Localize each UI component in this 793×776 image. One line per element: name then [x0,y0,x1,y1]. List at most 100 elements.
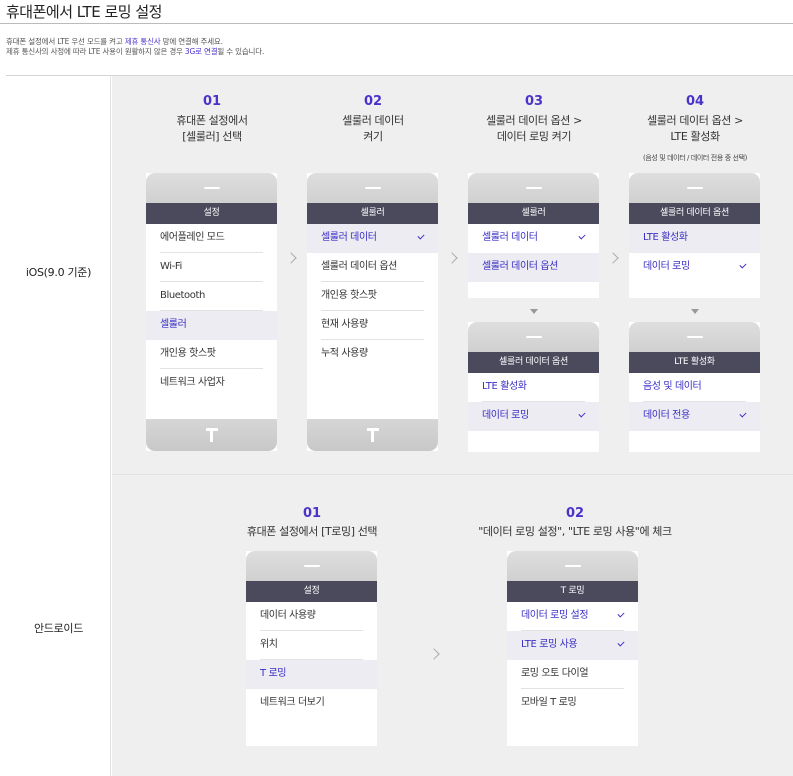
enable-lte-item-voice-and-data[interactable]: 음성 및 데이터 [629,373,760,402]
settings-item-location[interactable]: 위치 [246,631,377,660]
page-title: 휴대폰에서 LTE 로밍 설정 [6,3,162,21]
check-icon [739,410,747,418]
arrow-down-icon [691,309,699,314]
ios-phone-cellular-step3: 셀룰러 셀룰러 데이터 셀룰러 데이터 옵션 [468,173,599,298]
cellular-item-data-options[interactable]: 셀룰러 데이터 옵션 [468,253,599,282]
speaker-icon [203,187,220,189]
cellular-list: 셀룰러 데이터 셀룰러 데이터 옵션 개인용 핫스팟 현재 사용량 누적 사용량 [307,224,438,369]
settings-item-personal-hotspot[interactable]: 개인용 핫스팟 [146,340,277,369]
data-options-list: LTE 활성화 데이터 로밍 [468,373,599,431]
t-roaming-item-auto-dial[interactable]: 로밍 오토 다이얼 [507,660,638,689]
partner-carrier-link[interactable]: 제휴 통신사 [125,37,161,46]
phone-bottom-bezel [146,419,277,451]
steps-content: 01 휴대폰 설정에서 [셀룰러] 선택 02 셀룰러 데이터 켜기 03 셀룰러 … [112,76,793,776]
android-phone-t-roaming: T 로밍 데이터 로밍 설정 LTE 로밍 사용 로밍 오토 다이얼 모바일 T… [507,551,638,746]
cellular-item-personal-hotspot[interactable]: 개인용 핫스팟 [307,282,438,311]
settings-item-data-usage[interactable]: 데이터 사용량 [246,602,377,631]
ios-phone-data-options-step3: 셀룰러 데이터 옵션 LTE 활성화 데이터 로밍 [468,322,599,452]
phone-top-bezel [629,173,760,203]
cellular-item-cellular-data[interactable]: 셀룰러 데이터 [307,224,438,253]
chevron-right-icon [607,252,619,264]
speaker-icon [525,336,542,338]
chevron-right-icon [285,252,297,264]
phone-top-bezel [307,173,438,203]
intro-line-1: 휴대폰 설정에서 LTE 우선 모드를 켜고 제휴 통신사 망에 연결해 주세요… [6,37,223,46]
ios-label: iOS(9.0 기준) [25,266,92,279]
phone-bottom-bezel [307,419,438,451]
ios-step-04-note: (음성 및 데이터 / 데이터 전용 중 선택) [643,154,747,162]
ios-phone-cellular: 셀룰러 셀룰러 데이터 셀룰러 데이터 옵션 개인용 핫스팟 현재 사용량 누적… [307,173,438,451]
check-icon [417,232,425,240]
cellular-list: 셀룰러 데이터 셀룰러 데이터 옵션 [468,224,599,282]
check-icon [578,232,586,240]
data-options-list: LTE 활성화 데이터 로밍 [629,224,760,282]
ios-step-01-number: 01 [202,94,222,109]
chevron-right-icon [446,252,458,264]
phone-screen-header: 셀룰러 데이터 옵션 [629,203,760,224]
settings-item-wifi[interactable]: Wi-Fi [146,253,277,282]
cellular-item-data-options[interactable]: 셀룰러 데이터 옵션 [307,253,438,282]
check-icon [739,261,747,269]
ios-phone-enable-lte: LTE 활성화 음성 및 데이터 데이터 전용 [629,322,760,452]
phone-top-bezel [468,322,599,352]
t-roaming-item-lte-roaming[interactable]: LTE 로밍 사용 [507,631,638,660]
intro-text: 휴대폰 설정에서 LTE 우선 모드를 켜고 제휴 통신사 망에 연결해 주세요… [6,37,264,57]
settings-list: 데이터 사용량 위치 T 로밍 네트워크 더보기 [246,602,377,718]
android-phone-settings: 설정 데이터 사용량 위치 T 로밍 네트워크 더보기 [246,551,377,746]
check-icon [617,610,625,618]
home-button-t-icon [205,428,218,442]
ios-phone-settings: 설정 에어플레인 모드 Wi-Fi Bluetooth 셀룰러 개인용 핫스팟 … [146,173,277,451]
3g-connect-link[interactable]: 3G로 연결 [185,47,218,56]
settings-item-bluetooth[interactable]: Bluetooth [146,282,277,311]
phone-top-bezel [468,173,599,203]
os-label-column: iOS(9.0 기준) 안드로이드 [6,76,111,776]
settings-item-carrier[interactable]: 네트워크 사업자 [146,369,277,398]
data-options-item-enable-lte[interactable]: LTE 활성화 [629,224,760,253]
phone-top-bezel [507,551,638,581]
phone-screen-header: 설정 [146,203,277,224]
phone-screen-header: 셀룰러 [307,203,438,224]
speaker-icon [303,565,320,567]
cellular-item-current-usage[interactable]: 현재 사용량 [307,311,438,340]
os-row-divider [112,474,793,475]
cellular-item-total-usage[interactable]: 누적 사용량 [307,340,438,369]
intro-line-2: 제휴 통신사의 사정에 따라 LTE 사용이 원활하지 않은 경우 3G로 연결… [6,47,265,56]
phone-top-bezel [246,551,377,581]
android-label: 안드로이드 [33,622,84,635]
phone-screen-header: 셀룰러 데이터 옵션 [468,352,599,373]
title-divider [0,23,793,24]
settings-item-more-networks[interactable]: 네트워크 더보기 [246,689,377,718]
guide-table: iOS(9.0 기준) 안드로이드 01 휴대폰 설정에서 [셀룰러] 선택 02… [6,75,793,776]
android-step-02-number: 02 [565,506,585,521]
speaker-icon [364,187,381,189]
phone-top-bezel [146,173,277,203]
ios-step-02-title: 셀룰러 데이터 켜기 [342,114,404,143]
t-roaming-list: 데이터 로밍 설정 LTE 로밍 사용 로밍 오토 다이얼 모바일 T 로밍 [507,602,638,718]
ios-step-04-title: 셀룰러 데이터 옵션 > LTE 활성화 [647,114,743,143]
cellular-item-cellular-data[interactable]: 셀룰러 데이터 [468,224,599,253]
t-roaming-item-mobile-t-roaming[interactable]: 모바일 T 로밍 [507,689,638,718]
settings-item-airplane-mode[interactable]: 에어플레인 모드 [146,224,277,253]
ios-step-02-number: 02 [363,94,383,109]
arrow-down-icon [530,309,538,314]
android-step-01-title: 휴대폰 설정에서 [T로밍] 선택 [246,525,378,538]
speaker-icon [686,187,703,189]
data-options-item-enable-lte[interactable]: LTE 활성화 [468,373,599,402]
settings-item-cellular[interactable]: 셀룰러 [146,311,277,340]
phone-top-bezel [629,322,760,352]
ios-phone-data-options-step4: 셀룰러 데이터 옵션 LTE 활성화 데이터 로밍 [629,173,760,298]
data-options-item-data-roaming[interactable]: 데이터 로밍 [629,253,760,282]
enable-lte-item-data-only[interactable]: 데이터 전용 [629,402,760,431]
phone-screen-header: 설정 [246,581,377,602]
data-options-item-data-roaming[interactable]: 데이터 로밍 [468,402,599,431]
phone-screen-header: 셀룰러 [468,203,599,224]
settings-list: 에어플레인 모드 Wi-Fi Bluetooth 셀룰러 개인용 핫스팟 네트워… [146,224,277,398]
chevron-right-icon [428,648,440,660]
ios-step-03-number: 03 [524,94,544,109]
t-roaming-item-data-roaming-settings[interactable]: 데이터 로밍 설정 [507,602,638,631]
settings-item-t-roaming[interactable]: T 로밍 [246,660,377,689]
android-step-02-title: "데이터 로밍 설정", "LTE 로밍 사용"에 체크 [478,525,672,538]
home-button-t-icon [366,428,379,442]
enable-lte-list: 음성 및 데이터 데이터 전용 [629,373,760,431]
speaker-icon [686,336,703,338]
